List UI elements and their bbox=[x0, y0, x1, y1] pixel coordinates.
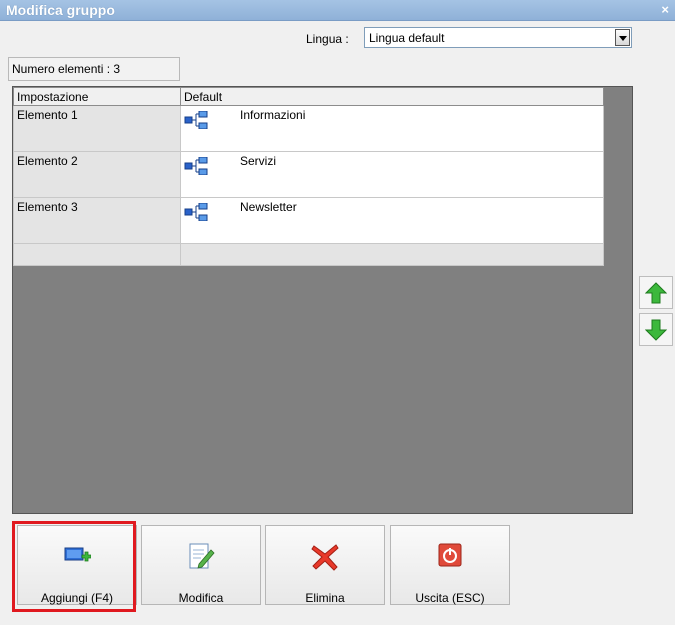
arrow-up-icon bbox=[645, 281, 667, 303]
new-row-default-cell[interactable] bbox=[180, 243, 604, 266]
table-row[interactable]: Elemento 1 Informazioni bbox=[13, 105, 604, 152]
row-default-value: Informazioni bbox=[240, 108, 306, 122]
hierarchy-icon bbox=[184, 157, 208, 175]
row-name-cell[interactable]: Elemento 2 bbox=[13, 151, 181, 198]
new-row-name-cell[interactable] bbox=[13, 243, 181, 266]
element-count-label: Numero elementi : 3 bbox=[12, 62, 121, 76]
language-selected-value: Lingua default bbox=[369, 31, 445, 45]
language-select[interactable]: Lingua default bbox=[364, 27, 632, 48]
elements-grid: Impostazione Default Elemento 1 Informaz… bbox=[12, 86, 633, 514]
exit-button[interactable]: Uscita (ESC) bbox=[390, 525, 510, 605]
column-header-impostazione[interactable]: Impostazione bbox=[13, 87, 181, 106]
row-default-cell[interactable]: Informazioni bbox=[180, 105, 604, 152]
table-new-row[interactable] bbox=[13, 243, 604, 266]
arrow-down-icon bbox=[645, 319, 667, 341]
elements-table: Impostazione Default Elemento 1 Informaz… bbox=[13, 87, 604, 266]
delete-x-icon bbox=[311, 544, 339, 571]
exit-button-label: Uscita (ESC) bbox=[415, 591, 485, 605]
add-button-label: Aggiungi (F4) bbox=[40, 591, 114, 605]
close-icon[interactable]: × bbox=[661, 2, 669, 17]
language-label: Lingua : bbox=[306, 32, 349, 46]
add-monitor-icon bbox=[64, 547, 91, 562]
add-button[interactable]: Aggiungi (F4) bbox=[17, 525, 137, 605]
row-name-cell[interactable]: Elemento 1 bbox=[13, 105, 181, 152]
move-down-button[interactable] bbox=[639, 313, 673, 346]
row-default-value: Servizi bbox=[240, 154, 277, 168]
row-default-cell[interactable]: Servizi bbox=[180, 151, 604, 198]
hierarchy-icon bbox=[184, 203, 208, 221]
table-header-row: Impostazione Default bbox=[13, 87, 604, 106]
row-name-cell[interactable]: Elemento 3 bbox=[13, 197, 181, 244]
chevron-down-icon[interactable] bbox=[615, 29, 630, 46]
title-bar: Modifica gruppo × bbox=[0, 0, 675, 21]
row-default-cell[interactable]: Newsletter bbox=[180, 197, 604, 244]
table-row[interactable]: Elemento 3 Newsletter bbox=[13, 197, 604, 244]
column-header-default[interactable]: Default bbox=[180, 87, 604, 106]
window-title: Modifica gruppo bbox=[6, 2, 115, 18]
power-icon bbox=[438, 543, 462, 567]
delete-button-label: Elimina bbox=[305, 591, 345, 605]
element-count-box: Numero elementi : 3 bbox=[8, 57, 180, 81]
row-default-value: Newsletter bbox=[240, 200, 297, 214]
hierarchy-icon bbox=[184, 111, 208, 129]
move-up-button[interactable] bbox=[639, 276, 673, 309]
delete-button[interactable]: Elimina bbox=[265, 525, 385, 605]
edit-button-label: Modifica bbox=[178, 591, 224, 605]
table-row[interactable]: Elemento 2 Servizi bbox=[13, 151, 604, 198]
edit-document-icon bbox=[189, 543, 215, 569]
edit-button[interactable]: Modifica bbox=[141, 525, 261, 605]
